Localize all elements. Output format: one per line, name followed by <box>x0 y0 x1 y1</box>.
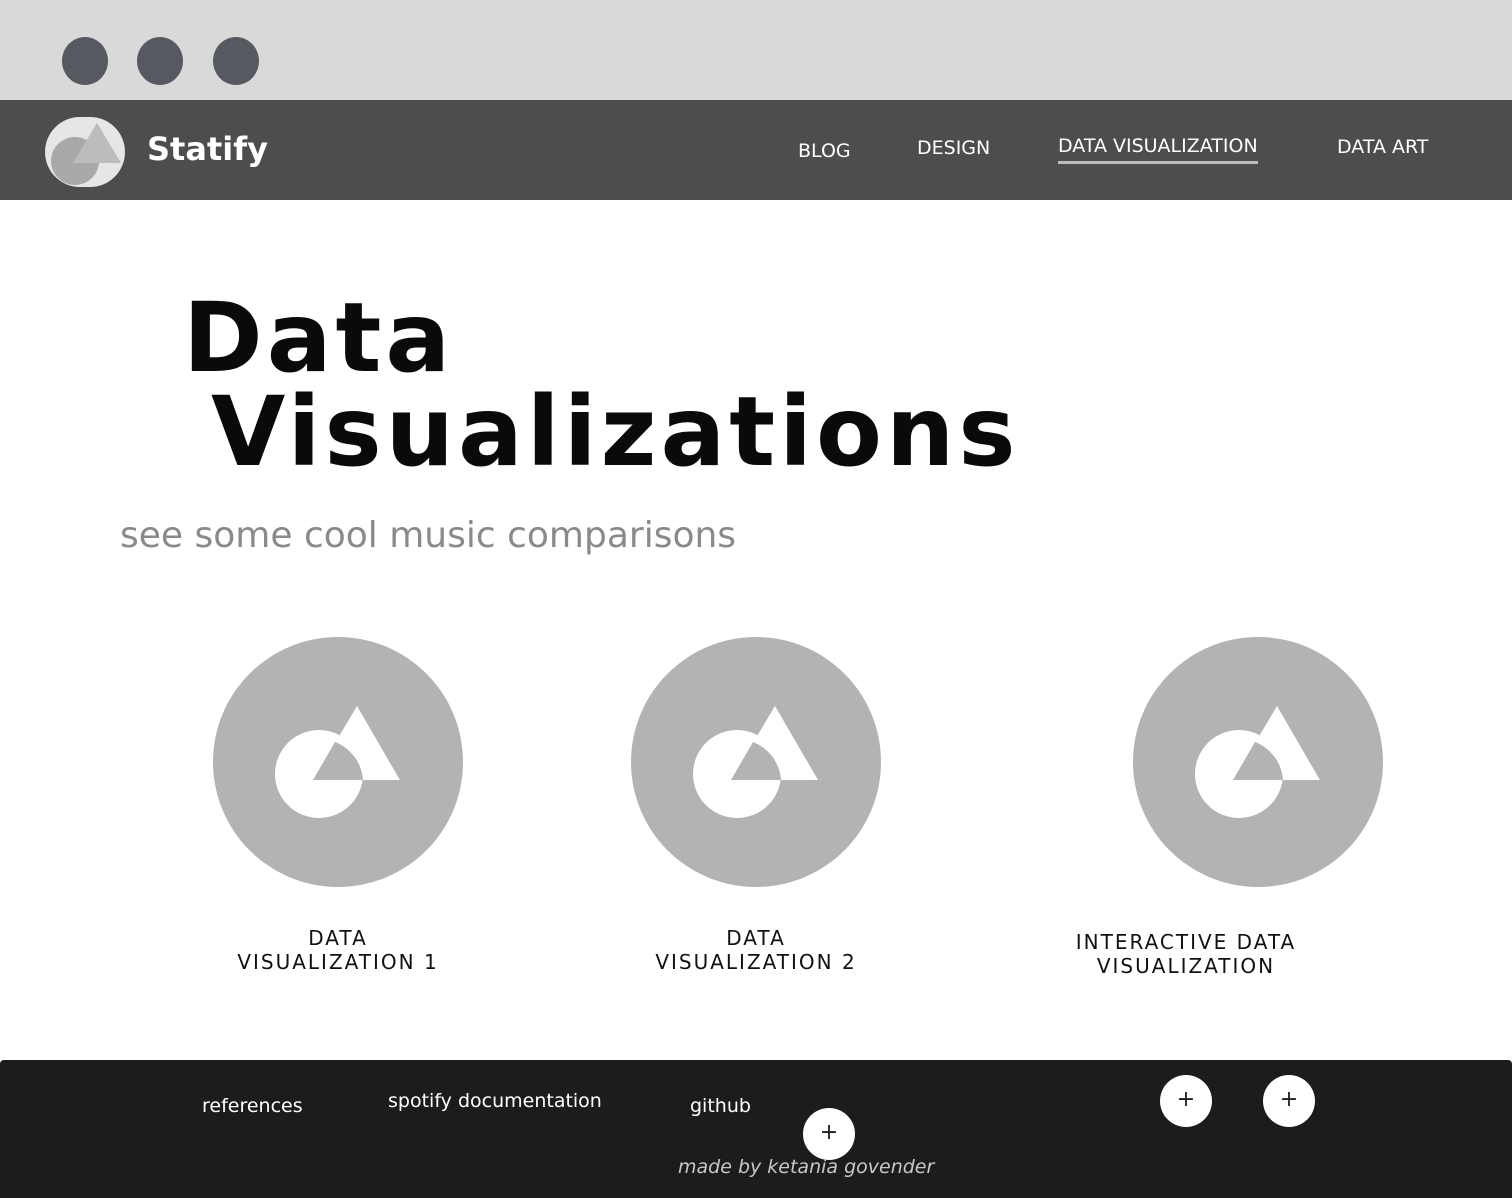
visualization-1-image[interactable] <box>213 637 463 887</box>
footer-link-spotify-documentation[interactable]: spotify documentation <box>388 1090 602 1112</box>
browser-chrome <box>0 0 1512 100</box>
image-placeholder-icon <box>1195 706 1320 818</box>
nav-link-design[interactable]: DESIGN <box>917 137 990 159</box>
plus-icon-button[interactable]: + <box>1263 1075 1315 1127</box>
visualization-2-label[interactable]: DATA VISUALIZATION 2 <box>606 926 906 974</box>
interactive-visualization-label[interactable]: INTERACTIVE DATA VISUALIZATION <box>1036 930 1336 978</box>
nav-link-data-visualization[interactable]: DATA VISUALIZATION <box>1058 135 1258 164</box>
window-close-button[interactable] <box>62 37 108 85</box>
visualization-1-label[interactable]: DATA VISUALIZATION 1 <box>188 926 488 974</box>
image-placeholder-icon <box>693 706 818 818</box>
page-title-line-1: Data <box>183 282 455 394</box>
page-title-line-2: Visualizations <box>211 376 1020 488</box>
card-label-line: VISUALIZATION 1 <box>237 950 439 974</box>
card-label-line: DATA <box>308 926 368 950</box>
card-label-line: INTERACTIVE DATA <box>1075 930 1297 954</box>
footer-credit: made by ketania govender <box>678 1156 935 1178</box>
plus-icon-button[interactable]: + <box>1160 1075 1212 1127</box>
image-placeholder-icon <box>275 706 400 818</box>
navbar: Statify BLOG DESIGN DATA VISUALIZATION D… <box>0 100 1512 200</box>
logo-icon[interactable] <box>45 117 125 187</box>
card-label-line: VISUALIZATION 2 <box>655 950 857 974</box>
nav-link-blog[interactable]: BLOG <box>798 140 851 162</box>
interactive-visualization-image[interactable] <box>1133 637 1383 887</box>
footer-link-references[interactable]: references <box>202 1095 303 1117</box>
window-maximize-button[interactable] <box>213 37 259 85</box>
card-label-line: VISUALIZATION <box>1096 954 1276 978</box>
page-subtitle: see some cool music comparisons <box>120 515 737 556</box>
footer: references spotify documentation github … <box>0 1060 1512 1198</box>
footer-link-github[interactable]: github <box>690 1095 751 1117</box>
window-minimize-button[interactable] <box>137 37 183 85</box>
brand-name[interactable]: Statify <box>147 130 268 168</box>
visualization-2-image[interactable] <box>631 637 881 887</box>
plus-icon-button[interactable]: + <box>803 1108 855 1160</box>
nav-link-data-art[interactable]: DATA ART <box>1337 136 1428 158</box>
card-label-line: DATA <box>726 926 786 950</box>
